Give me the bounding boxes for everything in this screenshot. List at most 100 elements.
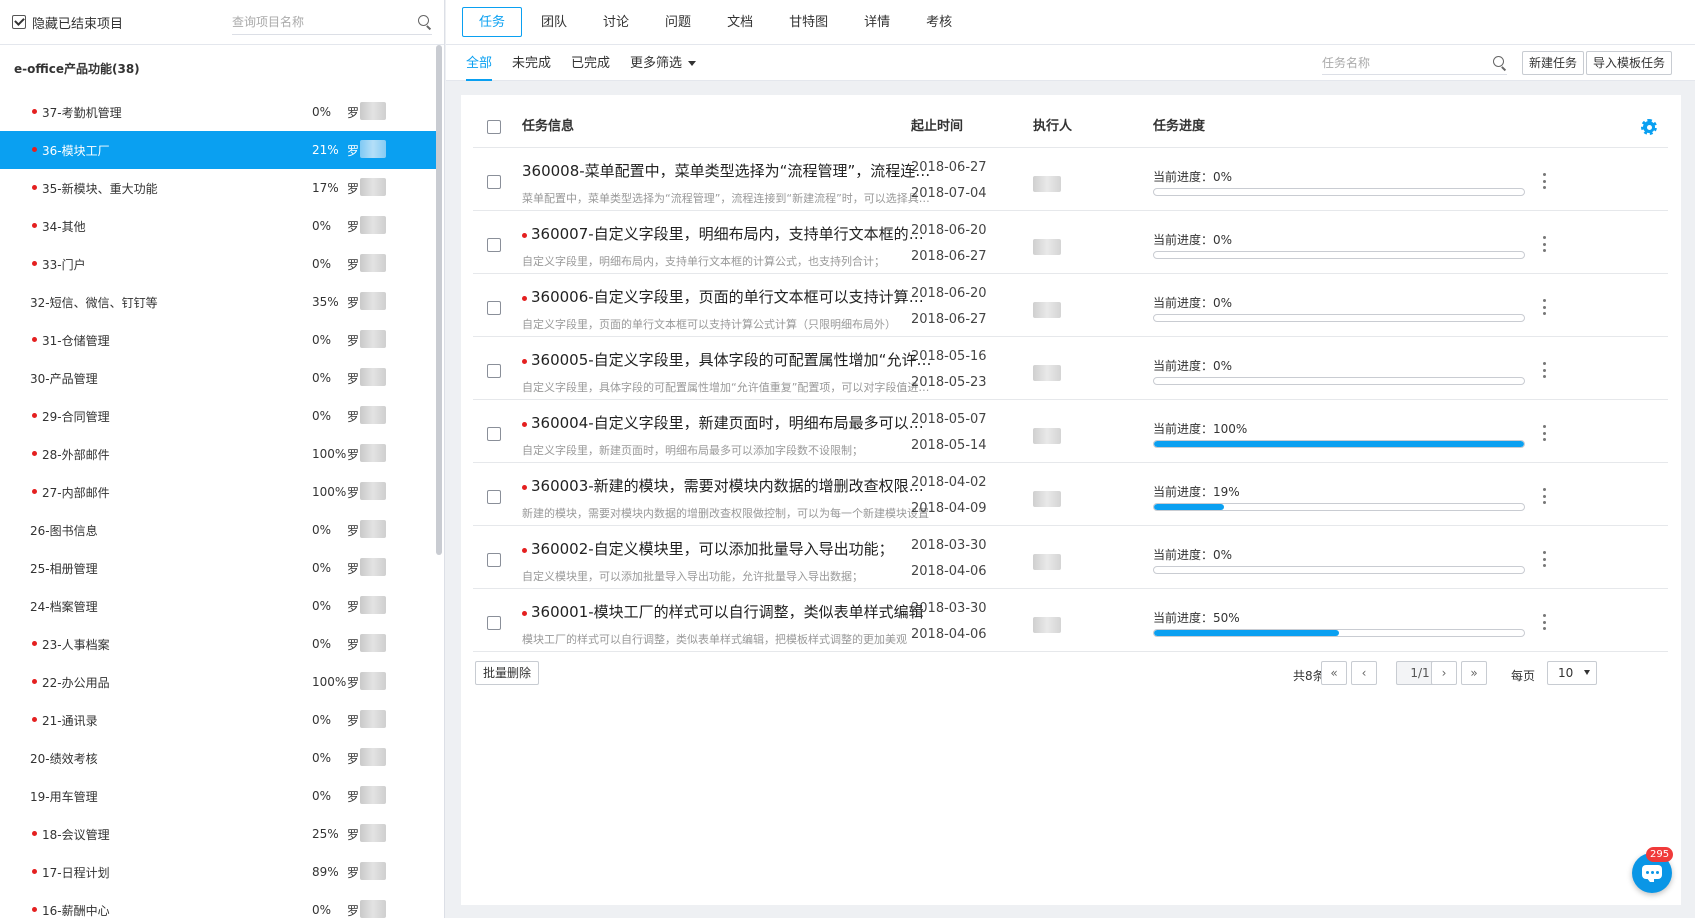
- filter-completed[interactable]: 已完成: [571, 45, 610, 81]
- new-task-button[interactable]: 新建任务: [1522, 51, 1585, 75]
- task-row[interactable]: 360006-自定义字段里，页面的单行文本框可以支持计算公式计算（只限明细布局外…: [473, 274, 1668, 337]
- next-page-button[interactable]: ›: [1431, 661, 1457, 685]
- task-checkbox[interactable]: [487, 490, 501, 504]
- task-row[interactable]: 360003-新建的模块，需要对模块内数据的增删改查权限做控制，可以为每一个新建…: [473, 463, 1668, 526]
- task-panel: 任务信息 起止时间 执行人 任务进度 360008-菜单配置中，菜单类型选择为“…: [461, 95, 1681, 905]
- project-sidebar: 隐藏已结束项目 e-office产品功能(38) 37-考勤机管理0%罗36-模…: [0, 0, 445, 918]
- more-vertical-icon[interactable]: [1541, 362, 1547, 378]
- project-group-title[interactable]: e-office产品功能(38): [0, 49, 444, 89]
- task-checkbox[interactable]: [487, 175, 501, 189]
- sidebar-project-item[interactable]: 17-日程计划 89% 罗: [0, 853, 436, 891]
- sidebar-project-item[interactable]: 37-考勤机管理 0% 罗: [0, 93, 436, 131]
- task-end-date: 2018-05-14: [911, 438, 987, 453]
- tab-2[interactable]: 讨论: [586, 7, 646, 37]
- task-row[interactable]: 360007-自定义字段里，明细布局内，支持单行文本框的计算公式，也支持列合计；…: [473, 211, 1668, 274]
- more-vertical-icon[interactable]: [1541, 551, 1547, 567]
- prev-page-button[interactable]: ‹: [1351, 661, 1377, 685]
- task-row[interactable]: 360002-自定义模块里，可以添加批量导入导出功能； 自定义模块里，可以添加批量…: [473, 526, 1668, 589]
- task-title[interactable]: 360006-自定义字段里，页面的单行文本框可以支持计算公式计算（只限明细布局外…: [531, 286, 933, 307]
- owner-name-blurred: [360, 900, 386, 918]
- tab-0[interactable]: 任务: [462, 7, 523, 37]
- more-filters-dropdown[interactable]: 更多筛选: [630, 45, 697, 81]
- status-dot: [32, 185, 37, 190]
- sidebar-project-item[interactable]: 36-模块工厂 21% 罗: [0, 131, 436, 169]
- more-vertical-icon[interactable]: [1541, 299, 1547, 315]
- task-row[interactable]: 360005-自定义字段里，具体字段的可配置属性增加“允许值重复”配置项自定义字…: [473, 337, 1668, 400]
- status-dot: [522, 233, 527, 238]
- project-name: 30-产品管理: [30, 371, 98, 386]
- task-checkbox[interactable]: [487, 427, 501, 441]
- task-title[interactable]: 360003-新建的模块，需要对模块内数据的增删改查权限做控制，可以为每一个新建…: [531, 475, 933, 496]
- task-row[interactable]: 360001-模块工厂的样式可以自行调整，类似表单样式编辑 模块工厂的样式可以自行…: [473, 589, 1668, 652]
- tab-1[interactable]: 团队: [524, 7, 584, 37]
- task-row[interactable]: 360004-自定义字段里，新建页面时，明细布局最多可以添加字段数不设限制； 自定…: [473, 400, 1668, 463]
- sidebar-project-item[interactable]: 24-档案管理 0% 罗: [0, 587, 436, 625]
- sidebar-project-item[interactable]: 30-产品管理 0% 罗: [0, 359, 436, 397]
- sidebar-project-item[interactable]: 32-短信、微信、钉钉等 35% 罗: [0, 283, 436, 321]
- task-title[interactable]: 360002-自定义模块里，可以添加批量导入导出功能；: [531, 538, 933, 559]
- task-checkbox[interactable]: [487, 364, 501, 378]
- tab-7[interactable]: 考核: [909, 7, 969, 37]
- project-owner: 罗: [347, 371, 360, 386]
- sidebar-project-item[interactable]: 23-人事档案 0% 罗: [0, 625, 436, 663]
- sidebar-project-item[interactable]: 31-仓储管理 0% 罗: [0, 321, 436, 359]
- tab-6[interactable]: 详情: [847, 7, 907, 37]
- import-template-button[interactable]: 导入模板任务: [1586, 51, 1673, 75]
- sidebar-project-item[interactable]: 34-其他 0% 罗: [0, 207, 436, 245]
- sidebar-project-item[interactable]: 27-内部邮件 100% 罗: [0, 473, 436, 511]
- gear-icon[interactable]: [1641, 119, 1657, 135]
- task-title[interactable]: 360005-自定义字段里，具体字段的可配置属性增加“允许值重复”配置项: [531, 349, 933, 370]
- more-vertical-icon[interactable]: [1541, 425, 1547, 441]
- owner-name-blurred: [360, 672, 386, 690]
- more-vertical-icon[interactable]: [1541, 173, 1547, 189]
- task-title[interactable]: 360001-模块工厂的样式可以自行调整，类似表单样式编辑: [531, 601, 933, 622]
- more-vertical-icon[interactable]: [1541, 614, 1547, 630]
- search-icon[interactable]: [1493, 55, 1507, 70]
- hide-finished-label[interactable]: 隐藏已结束项目: [32, 13, 123, 32]
- task-filter-bar: 全部 未完成 已完成 更多筛选 新建任务 导入模板任务: [446, 45, 1695, 81]
- task-checkbox[interactable]: [487, 238, 501, 252]
- first-page-button[interactable]: «: [1321, 661, 1347, 685]
- per-page-select[interactable]: 10: [1547, 661, 1597, 685]
- sidebar-project-item[interactable]: 33-门户 0% 罗: [0, 245, 436, 283]
- hide-finished-checkbox[interactable]: [12, 15, 26, 29]
- task-checkbox[interactable]: [487, 616, 501, 630]
- task-search-input[interactable]: [1322, 55, 1493, 70]
- owner-name-blurred: [360, 710, 386, 728]
- task-title[interactable]: 360004-自定义字段里，新建页面时，明细布局最多可以添加字段数不设限制；: [531, 412, 933, 433]
- sidebar-project-item[interactable]: 20-绩效考核 0% 罗: [0, 739, 436, 777]
- sidebar-project-item[interactable]: 26-图书信息 0% 罗: [0, 511, 436, 549]
- tab-5[interactable]: 甘特图: [772, 7, 845, 37]
- select-all-checkbox[interactable]: [487, 120, 501, 134]
- last-page-button[interactable]: »: [1461, 661, 1487, 685]
- project-owner: 罗: [347, 789, 360, 804]
- tab-3[interactable]: 问题: [648, 7, 708, 37]
- more-vertical-icon[interactable]: [1541, 236, 1547, 252]
- sidebar-project-item[interactable]: 22-办公用品 100% 罗: [0, 663, 436, 701]
- sidebar-project-item[interactable]: 18-会议管理 25% 罗: [0, 815, 436, 853]
- owner-name-blurred: [360, 368, 386, 386]
- task-title[interactable]: 360007-自定义字段里，明细布局内，支持单行文本框的计算公式，也支持列合计；: [531, 223, 933, 244]
- task-checkbox[interactable]: [487, 301, 501, 315]
- more-vertical-icon[interactable]: [1541, 488, 1547, 504]
- progress-bar: [1153, 377, 1525, 385]
- sidebar-project-item[interactable]: 35-新模块、重大功能 17% 罗: [0, 169, 436, 207]
- batch-delete-button[interactable]: 批量删除: [475, 661, 540, 685]
- sidebar-project-item[interactable]: 16-薪酬中心 0% 罗: [0, 891, 436, 918]
- project-search-input[interactable]: [232, 14, 418, 29]
- search-icon[interactable]: [418, 14, 432, 29]
- tab-4[interactable]: 文档: [710, 7, 770, 37]
- task-checkbox[interactable]: [487, 553, 501, 567]
- project-owner: 罗: [347, 713, 360, 728]
- filter-all[interactable]: 全部: [466, 45, 493, 81]
- filter-incomplete[interactable]: 未完成: [512, 45, 551, 81]
- sidebar-project-item[interactable]: 19-用车管理 0% 罗: [0, 777, 436, 815]
- sidebar-project-item[interactable]: 21-通讯录 0% 罗: [0, 701, 436, 739]
- sidebar-project-item[interactable]: 28-外部邮件 100% 罗: [0, 435, 436, 473]
- sidebar-project-item[interactable]: 29-合同管理 0% 罗: [0, 397, 436, 435]
- sidebar-project-item[interactable]: 25-相册管理 0% 罗: [0, 549, 436, 587]
- task-row[interactable]: 360008-菜单配置中，菜单类型选择为“流程管理”，流程连接到“新建流程”时，…: [473, 148, 1668, 211]
- sidebar-scrollbar[interactable]: [436, 45, 442, 555]
- owner-name-blurred: [360, 140, 386, 158]
- task-title[interactable]: 360008-菜单配置中，菜单类型选择为“流程管理”，流程连接到“新建流程”时，…: [522, 160, 932, 181]
